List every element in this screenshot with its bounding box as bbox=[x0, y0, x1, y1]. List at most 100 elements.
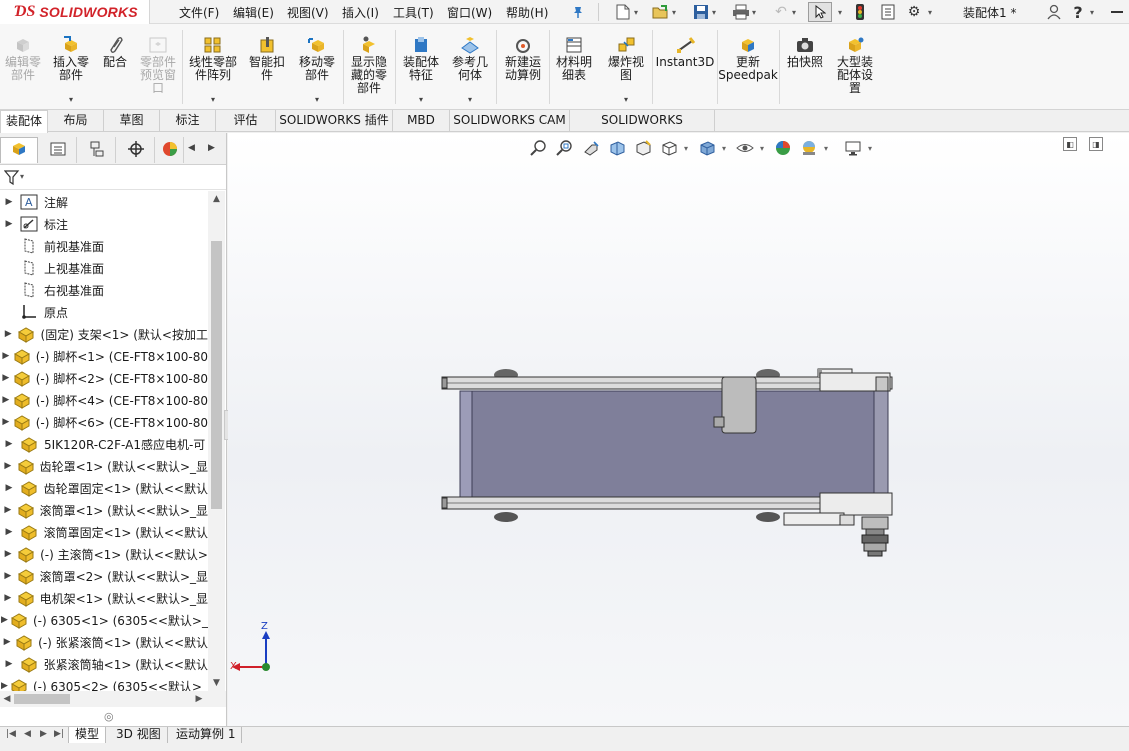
tree-item[interactable]: ▶ (-) 张紧滚筒<1> (默认<<默认 bbox=[0, 631, 208, 653]
tree-item[interactable]: ▶ (-) 脚杯<4> (CE-FT8×100-80 bbox=[0, 389, 208, 411]
property-manager-tab[interactable] bbox=[39, 137, 77, 163]
instant3d-button[interactable]: Instant3D bbox=[655, 24, 715, 110]
tab-assembly[interactable]: 装配体 bbox=[0, 110, 48, 133]
tree-item[interactable]: ▶ (-) 脚杯<2> (CE-FT8×100-80 bbox=[0, 367, 208, 389]
tree-item[interactable]: ▶ 齿轮罩<1> (默认<<默认>_显 bbox=[0, 455, 208, 477]
menu-file[interactable]: 文件(F) bbox=[179, 4, 219, 21]
expand-arrow-icon[interactable]: ▶ bbox=[0, 527, 18, 537]
tab-first-icon[interactable]: |◀ bbox=[6, 729, 16, 739]
options-caret-icon[interactable]: ▾ bbox=[928, 8, 932, 17]
tree-item[interactable]: ▶ (-) 6305<1> (6305<<默认>_ bbox=[0, 609, 208, 631]
menu-help[interactable]: 帮助(H) bbox=[506, 4, 548, 21]
tree-horizontal-scrollbar[interactable]: ◀ ▶ bbox=[0, 691, 226, 707]
filter-funnel-icon[interactable] bbox=[3, 169, 20, 190]
menu-edit[interactable]: 编辑(E) bbox=[233, 4, 274, 21]
tree-item[interactable]: ▶ 张紧滚筒轴<1> (默认<<默认 bbox=[0, 653, 208, 675]
scrollbar-thumb[interactable] bbox=[211, 241, 222, 509]
pin-icon[interactable] bbox=[568, 2, 588, 22]
scroll-right-arrow-icon[interactable]: ▶ bbox=[192, 691, 206, 707]
edit-component-button[interactable]: 编辑零 部件 bbox=[2, 24, 44, 110]
solidworks-logo[interactable]: ƊS SOLIDWORKS bbox=[0, 0, 150, 24]
tab-layout[interactable]: 布局 bbox=[48, 110, 104, 132]
tree-item[interactable]: ▶ (-) 主滚筒<1> (默认<<默认> bbox=[0, 543, 208, 565]
graphics-area[interactable]: ▾ ▾ ▾ ▾ ▾ ◧ ◨ Z X bbox=[228, 133, 1129, 726]
large-assembly-settings-button[interactable]: 大型装 配体设 置 bbox=[830, 24, 880, 110]
expand-arrow-icon[interactable]: ▶ bbox=[0, 197, 18, 207]
tab-solidworks-addins[interactable]: SOLIDWORKS 插件 bbox=[276, 110, 393, 132]
menu-insert[interactable]: 插入(I) bbox=[342, 4, 379, 21]
update-speedpak-button[interactable]: 更新 Speedpak bbox=[718, 24, 778, 110]
tree-item[interactable]: ▶ 滚筒罩<2> (默认<<默认>_显 bbox=[0, 565, 208, 587]
tab-solidworks-inspection[interactable]: SOLIDWORKS Inspection bbox=[570, 110, 715, 148]
expand-arrow-icon[interactable]: ▶ bbox=[0, 615, 9, 625]
tab-mbd[interactable]: MBD bbox=[393, 110, 450, 132]
undo-caret-icon[interactable]: ▾ bbox=[792, 8, 796, 17]
tab-solidworks-cam[interactable]: SOLIDWORKS CAM bbox=[450, 110, 570, 132]
tree-item[interactable]: ▶ 5IK120R-C2F-A1感应电机-可 bbox=[0, 433, 208, 455]
tab-last-icon[interactable]: ▶| bbox=[54, 729, 64, 739]
menu-window[interactable]: 窗口(W) bbox=[447, 4, 492, 21]
help-caret-icon[interactable]: ▾ bbox=[1090, 8, 1094, 17]
tree-item[interactable]: ▶ 标注 bbox=[0, 213, 208, 235]
undo-icon[interactable]: ↶ bbox=[770, 2, 792, 22]
tree-item[interactable]: ▶ 齿轮罩固定<1> (默认<<默认 bbox=[0, 477, 208, 499]
tree-item[interactable]: ▶ (固定) 支架<1> (默认<按加工 bbox=[0, 323, 208, 345]
help-question-icon[interactable]: ? bbox=[1068, 2, 1088, 22]
tree-item[interactable]: ▶ (-) 脚杯<6> (CE-FT8×100-80 bbox=[0, 411, 208, 433]
expand-arrow-icon[interactable]: ▶ bbox=[0, 549, 16, 559]
tree-item[interactable]: 上视基准面 bbox=[0, 257, 208, 279]
configuration-manager-tab[interactable] bbox=[78, 137, 116, 163]
rebuild-traffic-light-icon[interactable] bbox=[850, 2, 870, 22]
bill-of-materials-button[interactable]: 材料明 细表 bbox=[552, 24, 596, 110]
expand-arrow-icon[interactable]: ▶ bbox=[0, 395, 12, 405]
tree-item[interactable]: 右视基准面 bbox=[0, 279, 208, 301]
tab-3d-views[interactable]: 3D 视图 bbox=[110, 727, 168, 744]
component-preview-button[interactable]: 零部件 预览窗 口 bbox=[136, 24, 180, 110]
tree-item[interactable]: ▶ 滚筒罩固定<1> (默认<<默认 bbox=[0, 521, 208, 543]
new-motion-study-button[interactable]: 新建运 动算例 bbox=[499, 24, 547, 110]
select-caret-icon[interactable]: ▾ bbox=[838, 8, 842, 17]
tree-item[interactable]: ▶ 电机架<1> (默认<<默认>_显 bbox=[0, 587, 208, 609]
tree-item[interactable]: ▶ A 注解 bbox=[0, 191, 208, 213]
new-document-icon[interactable] bbox=[612, 2, 634, 22]
print-caret-icon[interactable]: ▾ bbox=[752, 8, 756, 17]
tree-item[interactable]: ▶ 滚筒罩<1> (默认<<默认>_显 bbox=[0, 499, 208, 521]
expand-arrow-icon[interactable]: ▶ bbox=[0, 417, 12, 427]
reference-geometry-caret-icon[interactable]: ▾ bbox=[468, 95, 472, 104]
new-caret-icon[interactable]: ▾ bbox=[634, 8, 638, 17]
tab-evaluate[interactable]: 评估 bbox=[216, 110, 276, 132]
options-gear-icon[interactable]: ⚙ bbox=[903, 2, 925, 22]
minimize-icon[interactable] bbox=[1108, 2, 1126, 22]
save-icon[interactable] bbox=[690, 2, 712, 22]
expand-arrow-icon[interactable]: ▶ bbox=[0, 483, 18, 493]
feature-manager-tab[interactable] bbox=[0, 137, 38, 163]
dimxpert-tab[interactable] bbox=[117, 137, 155, 163]
show-hidden-components-button[interactable]: 显示隐 藏的零 部件 bbox=[346, 24, 392, 110]
tab-markup[interactable]: 标注 bbox=[160, 110, 216, 132]
mate-button[interactable]: 配合 bbox=[98, 24, 132, 110]
assembly-feature-caret-icon[interactable]: ▾ bbox=[419, 95, 423, 104]
filter-caret-icon[interactable]: ▾ bbox=[20, 172, 24, 181]
user-account-icon[interactable] bbox=[1043, 2, 1065, 22]
expand-arrow-icon[interactable]: ▶ bbox=[0, 637, 14, 647]
insert-component-button[interactable]: 插入零 部件 ▾ bbox=[48, 24, 94, 110]
panel-resize-grip-icon[interactable]: ◎ bbox=[104, 710, 114, 723]
print-icon[interactable] bbox=[730, 2, 752, 22]
expand-arrow-icon[interactable]: ▶ bbox=[0, 329, 16, 339]
expand-arrow-icon[interactable]: ▶ bbox=[0, 461, 16, 471]
save-caret-icon[interactable]: ▾ bbox=[712, 8, 716, 17]
scroll-down-arrow-icon[interactable]: ▼ bbox=[208, 675, 225, 691]
tree-vertical-scrollbar[interactable]: ▲ ▼ bbox=[208, 191, 225, 691]
exploded-view-button[interactable]: 爆炸视 图 ▾ bbox=[602, 24, 650, 110]
select-icon[interactable] bbox=[808, 2, 832, 22]
assembly-feature-button[interactable]: 装配体 特征 ▾ bbox=[398, 24, 444, 110]
menu-view[interactable]: 视图(V) bbox=[287, 4, 329, 21]
reference-geometry-button[interactable]: 参考几 何体 ▾ bbox=[447, 24, 493, 110]
move-component-caret-icon[interactable]: ▾ bbox=[315, 95, 319, 104]
insert-component-caret-icon[interactable]: ▾ bbox=[69, 95, 73, 104]
move-component-button[interactable]: 移动零 部件 ▾ bbox=[294, 24, 340, 110]
tab-motion-study-1[interactable]: 运动算例 1 bbox=[170, 727, 243, 744]
tree-item[interactable]: ▶ (-) 脚杯<1> (CE-FT8×100-80 bbox=[0, 345, 208, 367]
expand-arrow-icon[interactable]: ▶ bbox=[0, 659, 18, 669]
expand-arrow-icon[interactable]: ▶ bbox=[0, 571, 16, 581]
